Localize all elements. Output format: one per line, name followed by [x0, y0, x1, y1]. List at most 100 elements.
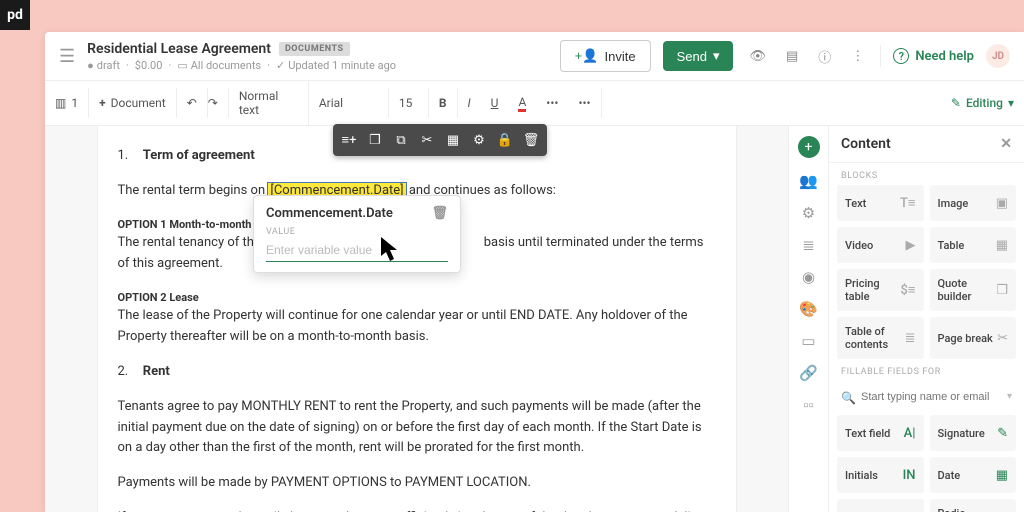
- block-label: Page break: [938, 332, 993, 345]
- block-label: Table of contents: [845, 325, 905, 351]
- block-icon: ❐: [996, 283, 1008, 298]
- body-text: The lease of the Property will continue …: [118, 308, 688, 344]
- toolbar: ▥ 1 + Document ↶ ↷ Normal text Arial 15 …: [45, 81, 1024, 126]
- recipient-search-input[interactable]: [841, 387, 1012, 407]
- variable-popover: Commencement.Date 🗑 VALUE: [253, 195, 461, 273]
- body-text: If payments are sent by mail, they must …: [118, 508, 716, 512]
- add-document[interactable]: + Document: [89, 88, 177, 118]
- mode-selector[interactable]: ✎ Editing ▾: [941, 88, 1024, 118]
- body-text: The rental tenancy of the P: [118, 235, 273, 250]
- copy-icon[interactable]: ❐: [363, 128, 387, 152]
- chevron-down-icon[interactable]: ▾: [1007, 391, 1012, 402]
- recipient-search[interactable]: 🔍 ▾: [841, 387, 1012, 407]
- option-heading: OPTION 2 Lease: [118, 289, 716, 307]
- menu-icon[interactable]: ☰: [59, 46, 75, 67]
- close-icon[interactable]: ✕: [1000, 136, 1012, 152]
- block-icon: ≣: [905, 331, 916, 346]
- block-label: Text: [845, 197, 866, 210]
- bold-button[interactable]: B: [429, 88, 458, 118]
- field-text-field[interactable]: Text fieldA|: [837, 415, 924, 451]
- send-button[interactable]: Send ▾: [663, 41, 734, 71]
- user-avatar[interactable]: JD: [986, 44, 1010, 68]
- block-pricing-table[interactable]: Pricing table$≡: [837, 269, 924, 311]
- field-label: Signature: [938, 427, 985, 440]
- block-table[interactable]: Table ▦: [930, 227, 1017, 263]
- block-page-break[interactable]: Page break✂: [930, 317, 1017, 359]
- body-text: Payments will be made by PAYMENT OPTIONS…: [118, 473, 716, 494]
- invite-button[interactable]: +👤 Invite: [560, 40, 651, 72]
- insert-icon[interactable]: ▦: [441, 128, 465, 152]
- more-menu-icon[interactable]: ⋮: [847, 45, 868, 68]
- field-date[interactable]: Date▦: [930, 457, 1017, 493]
- field-label: Radio buttons: [938, 507, 997, 512]
- delete-variable-icon[interactable]: 🗑: [431, 206, 448, 221]
- comments-icon[interactable]: ▤: [782, 45, 802, 68]
- doc-title: Residential Lease Agreement: [87, 41, 271, 57]
- block-icon: ▶: [906, 238, 916, 253]
- block-label: Video: [845, 239, 873, 252]
- block-label: Pricing table: [845, 277, 901, 303]
- panel-title: Content: [841, 136, 891, 152]
- more-format-2[interactable]: •••: [568, 88, 601, 118]
- catalog-icon[interactable]: ≣: [802, 236, 815, 254]
- underline-button[interactable]: U: [481, 88, 509, 118]
- redo-button[interactable]: ↷: [198, 88, 229, 118]
- field-label: Text field: [845, 427, 890, 440]
- duplicate-icon[interactable]: ⧉: [389, 128, 413, 152]
- body-text: The rental term begins on: [118, 183, 269, 198]
- popover-var-name: Commencement.Date: [266, 206, 393, 221]
- document-canvas[interactable]: 1. Term of agreement The rental term beg…: [45, 126, 788, 512]
- block-text[interactable]: Text T≡: [837, 185, 924, 221]
- visibility-icon[interactable]: 👁: [745, 45, 770, 68]
- field-label: Initials: [845, 469, 878, 482]
- blocks-heading: BLOCKS: [829, 163, 1024, 185]
- block-icon: ▦: [996, 238, 1008, 253]
- breadcrumb-location[interactable]: ▭ All documents: [177, 59, 261, 72]
- font-size-select[interactable]: 15: [389, 88, 429, 118]
- field-icon: ✎: [997, 426, 1008, 441]
- search-icon: 🔍: [841, 391, 856, 405]
- doc-type-chip: DOCUMENTS: [279, 42, 350, 56]
- field-radio-buttons[interactable]: Radio buttons◉: [930, 499, 1017, 512]
- design-icon[interactable]: 🎨: [799, 300, 818, 318]
- italic-button[interactable]: I: [458, 88, 481, 118]
- content-panel: Content ✕ BLOCKS Text T≡ Image▣ Video ▶ Table…: [828, 126, 1024, 512]
- field-initials[interactable]: InitialsIN: [837, 457, 924, 493]
- right-rail: + 👥 ⚙ ≣ ◉ 🎨 ▭ 🔗 ▫▫: [788, 126, 828, 512]
- need-help-link[interactable]: ? Need help: [893, 48, 974, 64]
- block-icon: $≡: [901, 282, 916, 298]
- content-tab-icon[interactable]: +: [798, 136, 820, 158]
- brand-badge: pd: [0, 0, 30, 30]
- add-row-icon[interactable]: ≡+: [337, 128, 361, 152]
- apps-icon[interactable]: ▫▫: [803, 396, 814, 414]
- block-label: Quote builder: [938, 277, 997, 303]
- field-signature[interactable]: Signature ✎: [930, 415, 1017, 451]
- block-quote-builder[interactable]: Quote builder❐: [930, 269, 1017, 311]
- status-draft: ● draft: [87, 59, 120, 72]
- block-video[interactable]: Video ▶: [837, 227, 924, 263]
- data-icon[interactable]: ◉: [802, 268, 815, 286]
- cut-icon[interactable]: ✂: [415, 128, 439, 152]
- settings-icon[interactable]: ⚙: [467, 128, 491, 152]
- block-table-of-contents[interactable]: Table of contents≣: [837, 317, 924, 359]
- text-style-select[interactable]: Normal text: [229, 81, 309, 125]
- block-label: Table: [938, 239, 965, 252]
- variables-icon[interactable]: ⚙: [802, 204, 815, 222]
- text-color-button[interactable]: A: [508, 87, 536, 120]
- more-format-1[interactable]: •••: [536, 88, 568, 118]
- delete-icon[interactable]: 🗑: [519, 128, 543, 152]
- block-label: Image: [938, 197, 969, 210]
- pages-indicator[interactable]: ▥ 1: [45, 88, 89, 118]
- font-family-select[interactable]: Arial: [309, 88, 389, 118]
- block-icon: T≡: [900, 195, 916, 211]
- info-icon[interactable]: ⓘ: [814, 43, 835, 70]
- block-image[interactable]: Image▣: [930, 185, 1017, 221]
- attachment-icon[interactable]: 🔗: [799, 364, 818, 382]
- variable-value-input[interactable]: [266, 239, 448, 262]
- recipients-icon[interactable]: 👥: [799, 172, 818, 190]
- field-icon: ▦: [996, 468, 1008, 483]
- field-checkbox[interactable]: Checkbox☑: [837, 499, 924, 512]
- lock-icon[interactable]: 🔒: [493, 128, 517, 152]
- layout-icon[interactable]: ▭: [801, 332, 815, 350]
- selection-toolbar: ≡+ ❐ ⧉ ✂ ▦ ⚙ 🔒 🗑: [333, 124, 547, 156]
